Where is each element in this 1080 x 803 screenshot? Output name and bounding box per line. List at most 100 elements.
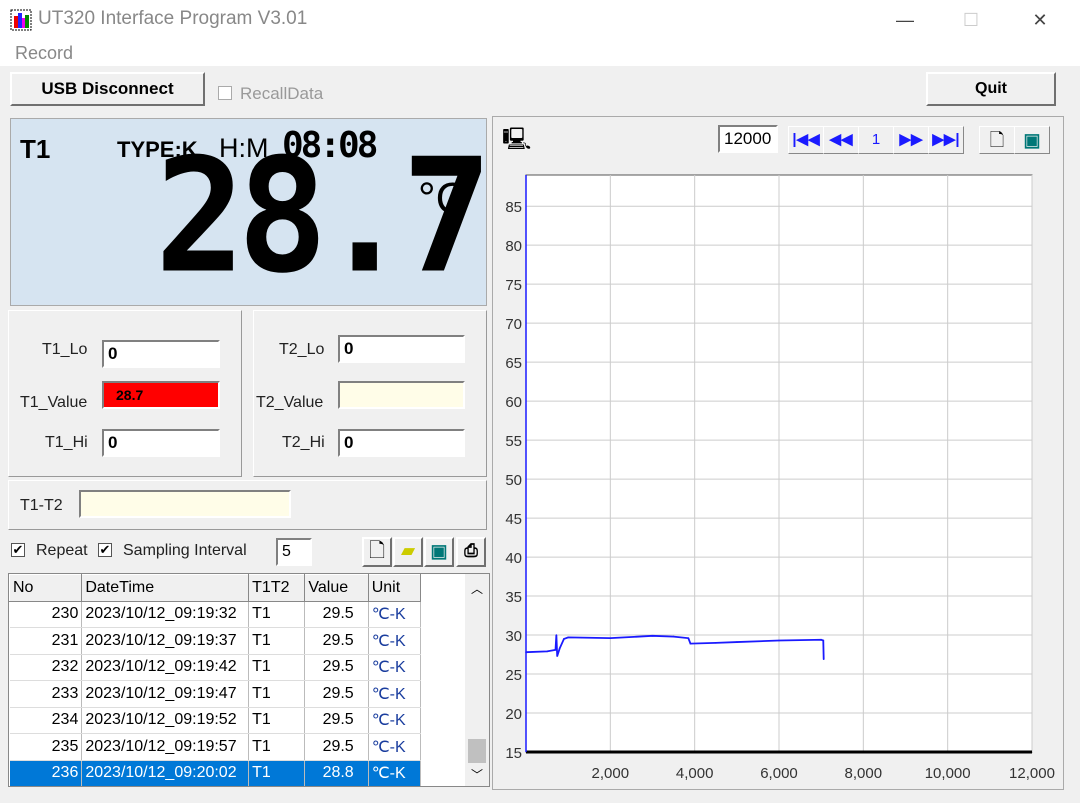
y-tick-label: 45 [505,511,522,528]
data-point [778,639,780,642]
data-point [567,636,569,639]
repeat-checkbox[interactable]: ✔ [11,543,25,557]
diff-field [79,490,291,518]
x-tick-label: 8,000 [845,765,883,782]
save-graph-icon[interactable]: ▣ [1014,126,1050,154]
prev-page-button[interactable]: ◀◀ [823,126,859,154]
data-point [672,635,675,638]
first-page-button[interactable]: |◀◀ [788,126,824,154]
x-tick-label: 10,000 [925,765,971,782]
cell-datetime: 2023/10/12_09:19:37 [81,627,250,655]
table-row[interactable]: 232 2023/10/12_09:19:42 T1 29.5 ℃-K [9,654,422,681]
table-row[interactable]: 230 2023/10/12_09:19:32 T1 29.5 ℃-K [9,601,422,628]
col-header-unit[interactable]: Unit [367,574,422,602]
col-header-datetime[interactable]: DateTime [81,574,250,602]
last-page-button[interactable]: ▶▶| [928,126,964,154]
table-row[interactable]: 235 2023/10/12_09:19:57 T1 29.5 ℃-K [9,733,422,761]
sampling-interval-label: Sampling Interval [123,542,247,559]
t2-value-label: T2_Value [256,394,324,411]
cell-no: 236 [9,760,83,786]
new-graph-icon[interactable]: 🗋 [979,126,1015,154]
t1-lo-field[interactable]: 0 [102,340,220,368]
col-header-no[interactable]: No [9,574,83,602]
menu-record[interactable]: Record [15,43,73,64]
cell-t1t2: T1 [248,601,306,628]
print-icon[interactable]: ⎙ [456,537,486,567]
scroll-thumb[interactable] [468,739,486,763]
cell-datetime: 2023/10/12_09:19:52 [81,707,250,734]
scroll-up-icon[interactable]: ︿ [465,580,489,597]
col-header-t1t2[interactable]: T1T2 [248,574,306,602]
diff-label: T1-T2 [20,497,63,514]
data-point [689,642,692,645]
lcd-unit: °C [418,174,468,223]
y-tick-label: 25 [505,667,522,684]
new-file-icon[interactable]: 🗋 [362,537,392,567]
cell-datetime: 2023/10/12_09:19:32 [81,601,250,628]
data-point [687,637,690,639]
table-row[interactable]: 234 2023/10/12_09:19:52 T1 29.5 ℃-K [9,707,422,734]
y-tick-label: 60 [505,394,522,411]
close-button[interactable]: ✕ [1025,6,1055,34]
cell-unit: ℃-K [368,627,422,655]
maximize-button[interactable]: ☐ [956,6,986,34]
cell-no: 230 [9,601,83,628]
cell-datetime: 2023/10/12_09:20:02 [81,760,250,786]
cell-value: 29.5 [304,601,369,628]
t2-lo-field[interactable]: 0 [338,335,465,363]
minimize-button[interactable]: — [890,6,920,34]
t2-value-field [338,381,465,409]
save-icon[interactable]: ▣ [424,537,454,567]
recall-data-checkbox[interactable] [218,86,232,100]
open-folder-icon[interactable]: ▰ [393,537,423,567]
cell-value: 28.8 [304,760,369,786]
t1-hi-field[interactable]: 0 [102,429,220,457]
cell-t1t2: T1 [248,627,306,655]
window-title: UT320 Interface Program V3.01 [38,8,308,29]
data-point [651,635,654,637]
table-row[interactable]: 233 2023/10/12_09:19:47 T1 29.5 ℃-K [9,680,422,708]
usb-disconnect-button[interactable]: USB Disconnect [10,72,205,106]
y-tick-label: 65 [505,355,522,372]
data-point [556,655,559,657]
table-scrollbar[interactable]: ︿ ﹀ [465,574,489,786]
x-tick-label: 2,000 [592,765,630,782]
t2-lo-label: T2_Lo [279,341,325,358]
data-point [736,641,738,643]
cell-unit: ℃-K [368,733,422,761]
cell-value: 29.5 [304,654,369,681]
x-tick-label: 12,000 [1009,765,1055,782]
next-page-button[interactable]: ▶▶ [893,126,929,154]
y-tick-label: 30 [505,628,522,645]
menu-bar [0,40,1080,66]
table-row[interactable]: 231 2023/10/12_09:19:37 T1 29.5 ℃-K [9,627,422,655]
t1-lo-label: T1_Lo [42,341,88,358]
cell-no: 235 [9,733,83,761]
cell-unit: ℃-K [368,707,422,734]
cell-t1t2: T1 [248,760,306,786]
data-point [822,658,825,661]
col-header-value[interactable]: Value [304,574,369,602]
recall-data-label: RecallData [240,84,324,103]
data-point [555,634,558,636]
sampling-interval-checkbox[interactable]: ✔ [98,543,112,557]
table-row[interactable]: 236 2023/10/12_09:20:02 T1 28.8 ℃-K [9,760,422,786]
repeat-label: Repeat [36,542,88,559]
y-tick-label: 70 [505,316,522,333]
cell-value: 29.5 [304,733,369,761]
y-tick-label: 55 [505,433,522,450]
cell-no: 231 [9,627,83,655]
cell-no: 232 [9,654,83,681]
scroll-down-icon[interactable]: ﹀ [465,766,489,783]
cell-t1t2: T1 [248,680,306,708]
x-tick-label: 6,000 [760,765,798,782]
t2-hi-field[interactable]: 0 [338,429,465,457]
quit-button[interactable]: Quit [926,72,1056,106]
t1-hi-label: T1_Hi [45,434,88,451]
sampling-interval-input[interactable]: 5 [276,538,312,566]
cell-value: 29.5 [304,627,369,655]
points-input[interactable]: 12000 [718,125,778,153]
cell-no: 233 [9,680,83,708]
t1-value-field: 28.7 [102,381,220,409]
y-tick-label: 85 [505,199,522,216]
